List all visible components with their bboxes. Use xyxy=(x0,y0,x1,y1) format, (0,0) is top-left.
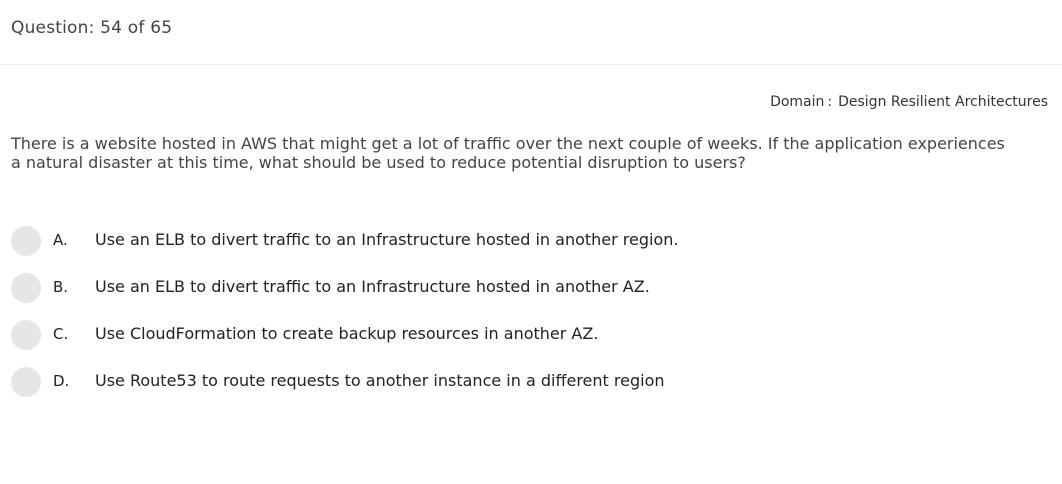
domain-value: Design Resilient Architectures xyxy=(838,94,1048,110)
option-b-letter: B. xyxy=(53,278,69,296)
option-b-radio[interactable] xyxy=(11,273,41,303)
question-text: There is a website hosted in AWS that mi… xyxy=(11,134,1005,172)
option-c-text[interactable]: Use CloudFormation to create backup reso… xyxy=(95,324,598,343)
option-a-radio[interactable] xyxy=(11,226,41,256)
domain-label: Domain xyxy=(770,94,825,110)
option-c[interactable]: C. Use CloudFormation to create backup r… xyxy=(11,318,1011,365)
question-counter: Question: 54 of 65 xyxy=(11,18,173,38)
option-a-text[interactable]: Use an ELB to divert traffic to an Infra… xyxy=(95,230,679,249)
option-b-text[interactable]: Use an ELB to divert traffic to an Infra… xyxy=(95,277,650,296)
answer-options: A. Use an ELB to divert traffic to an In… xyxy=(11,224,1011,412)
domain-separator: : xyxy=(827,94,833,110)
option-b[interactable]: B. Use an ELB to divert traffic to an In… xyxy=(11,271,1011,318)
option-d[interactable]: D. Use Route53 to route requests to anot… xyxy=(11,365,1011,412)
option-a[interactable]: A. Use an ELB to divert traffic to an In… xyxy=(11,224,1011,271)
question-header: Question: 54 of 65 xyxy=(0,0,1062,65)
option-d-letter: D. xyxy=(53,372,70,390)
option-a-letter: A. xyxy=(53,231,68,249)
option-c-radio[interactable] xyxy=(11,320,41,350)
option-d-radio[interactable] xyxy=(11,367,41,397)
domain-line: Domain: Design Resilient Architectures xyxy=(770,94,1048,110)
option-d-text[interactable]: Use Route53 to route requests to another… xyxy=(95,371,665,390)
option-c-letter: C. xyxy=(53,325,69,343)
